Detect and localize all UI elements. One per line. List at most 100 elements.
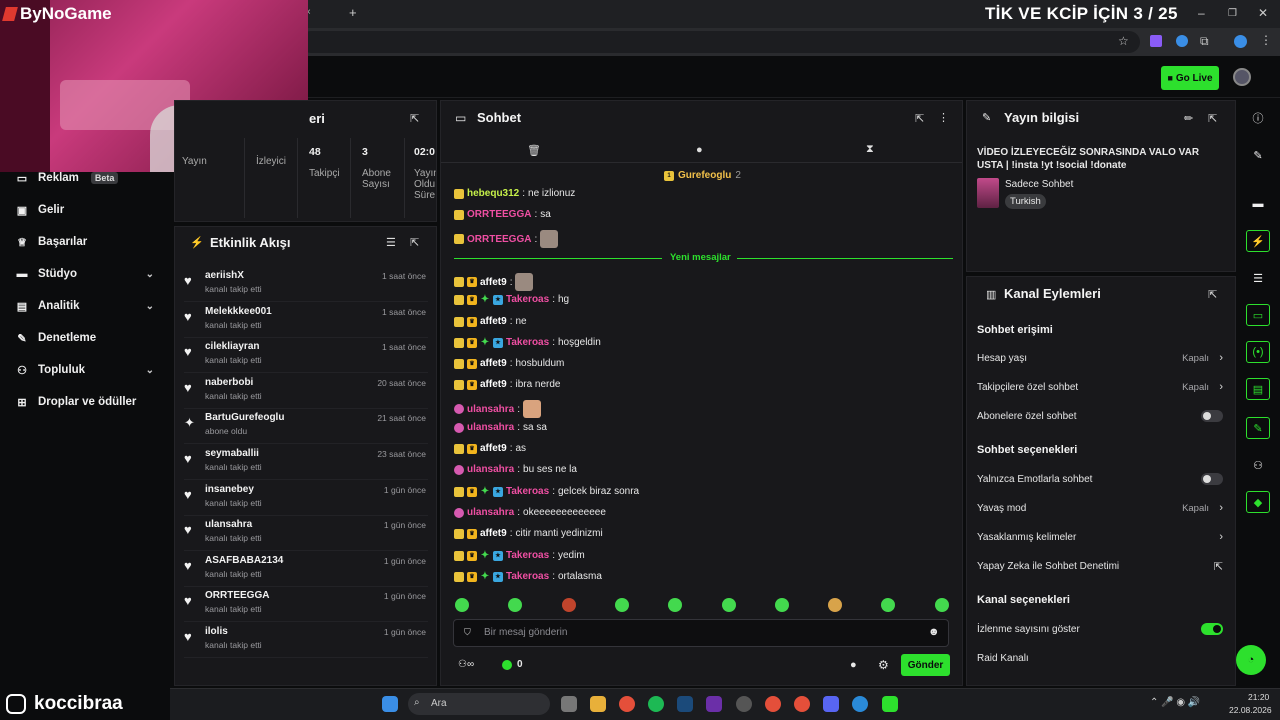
event-item[interactable]: ♥ insanebey kanalı takip etti 1 gün önce	[184, 482, 428, 516]
event-item[interactable]: ♥ ORRTEEGGA kanalı takip etti 1 gün önce	[184, 588, 428, 623]
popout-icon[interactable]: ⇱	[1208, 112, 1217, 125]
chat-message[interactable]: ♛ ✦ ★ Takeroas: yedim	[454, 550, 585, 561]
sidebar-item-basarilar[interactable]: ♕ Başarılar	[16, 232, 166, 252]
sidebar-item-gelir[interactable]: ▣ Gelir	[16, 200, 166, 220]
chat-message[interactable]: ♛ affet9: citir manti yedinizmi	[454, 528, 603, 539]
chat-username[interactable]: Takeroas	[506, 571, 549, 582]
emoji-icon[interactable]: ☻	[928, 626, 940, 638]
filter-icon[interactable]: ☰	[386, 236, 396, 249]
chat-message[interactable]: ORRTEEGGA: sa	[454, 209, 551, 220]
go-live-button[interactable]: ■ Go Live	[1161, 66, 1219, 90]
chat-message[interactable]: ulansahra: sa sa	[454, 422, 547, 433]
language-tag[interactable]: Turkish	[1005, 194, 1046, 209]
emote-icon[interactable]	[668, 598, 682, 612]
emote-icon[interactable]	[775, 598, 789, 612]
chat-username[interactable]: Takeroas	[506, 550, 549, 561]
chat-message[interactable]: hebequ312: ne izlionuz	[454, 188, 575, 199]
bookmark-star-icon[interactable]: ☆	[1118, 34, 1129, 48]
help-chat-button[interactable]: ◔	[1236, 645, 1266, 675]
chat-username[interactable]: ulansahra	[467, 422, 514, 433]
emote-icon[interactable]	[615, 598, 629, 612]
chat-bubble-icon[interactable]: ▭	[1246, 304, 1270, 326]
chat-username[interactable]: ORRTEEGGA	[467, 209, 531, 220]
send-button[interactable]: Gönder	[901, 654, 950, 676]
task-view-icon[interactable]	[561, 696, 577, 712]
event-item[interactable]: ♥ cilekliayran kanalı takip etti 1 saat önc…	[184, 339, 428, 374]
sidebar-item-droplar[interactable]: ⊞ Droplar ve ödüller	[16, 392, 166, 412]
chat-username[interactable]: affet9	[480, 443, 507, 454]
chat-bubble-icon[interactable]: ●	[696, 144, 703, 156]
emote-icon[interactable]	[508, 598, 522, 612]
setting-row[interactable]: Yapay Zeka ile Sohbet Denetimi ⇱	[977, 557, 1225, 575]
chat-username[interactable]: hebequ312	[467, 188, 519, 199]
sidebar-item-studyo[interactable]: ▬ Stüdyo ⌄	[16, 264, 166, 284]
chat-message[interactable]: ♛ affet9: ibra nerde	[454, 379, 561, 390]
profile-icon[interactable]	[1234, 35, 1247, 48]
chat-message[interactable]: ♛ affet9: as	[454, 443, 526, 454]
popout-icon[interactable]: ⇱	[410, 112, 419, 125]
chat-message[interactable]: ulansahra: bu ses ne la	[454, 464, 577, 475]
chat-username[interactable]: ulansahra	[467, 404, 514, 415]
trash-icon[interactable]: 🗑	[527, 144, 541, 157]
event-item[interactable]: ♥ naberbobi kanalı takip etti 20 saat önce	[184, 375, 428, 409]
diamond-icon[interactable]: ◆	[1246, 491, 1270, 513]
sidebar-item-denetleme[interactable]: ✎ Denetleme	[16, 328, 166, 348]
minimize-button[interactable]: –	[1198, 6, 1205, 20]
category-thumbnail[interactable]	[977, 178, 999, 208]
setting-row[interactable]: Abonelere özel sohbet	[977, 407, 1225, 425]
popout-icon[interactable]: ⇱	[915, 112, 924, 125]
chat-bubble-icon[interactable]: ●	[850, 659, 857, 671]
chat-message[interactable]: ♛ affet9: hosbuldum	[454, 358, 564, 369]
popout-icon[interactable]: ⇱	[1208, 288, 1217, 301]
chat-message[interactable]: ♛ affet9: ne	[454, 316, 527, 327]
new-tab-button[interactable]: +	[349, 5, 357, 20]
emote-icon[interactable]	[562, 598, 576, 612]
emote-icon[interactable]	[722, 598, 736, 612]
event-item[interactable]: ✦ BartuGurefeoglu abone oldu 21 saat önce	[184, 410, 428, 445]
window-close-button[interactable]: ✕	[1258, 6, 1268, 20]
chrome-icon[interactable]	[794, 696, 810, 712]
setting-row[interactable]: Takipçilere özel sohbet Kapalı ›	[977, 378, 1225, 396]
toggle-switch[interactable]	[1201, 623, 1223, 635]
pencil-icon[interactable]: ✎	[1246, 144, 1270, 166]
pinned-gifter[interactable]: 1 Gurefeoglu 2	[664, 170, 741, 181]
chrome-icon[interactable]	[619, 696, 635, 712]
sidebar-item-reklam[interactable]: ▭ Reklam Beta	[16, 168, 166, 188]
category-name[interactable]: Sadece Sohbet	[1005, 179, 1073, 190]
chat-username[interactable]: affet9	[480, 277, 507, 288]
code-icon[interactable]: (•)	[1246, 341, 1270, 363]
chat-message[interactable]: ulansahra:	[454, 400, 542, 418]
chat-username[interactable]: Takeroas	[506, 337, 549, 348]
chat-message[interactable]: ♛ affet9:	[454, 273, 534, 291]
chat-username[interactable]: affet9	[480, 316, 507, 327]
people-icon[interactable]: ⚇∞	[458, 659, 474, 670]
emote-icon[interactable]	[828, 598, 842, 612]
emote-icon[interactable]	[935, 598, 949, 612]
event-item[interactable]: ♥ ASAFBABA2134 kanalı takip etti 1 gün önce	[184, 553, 428, 587]
extension-icon[interactable]	[1176, 35, 1188, 47]
chrome-icon[interactable]	[765, 696, 781, 712]
gear-icon[interactable]: ⚙	[878, 658, 889, 672]
spotify-icon[interactable]	[648, 696, 664, 712]
event-item[interactable]: ♥ seymaballii kanalı takip etti 23 saat önc…	[184, 446, 428, 480]
event-item[interactable]: ♥ ilolis kanalı takip etti 1 gün önce	[184, 624, 428, 658]
lightning-icon[interactable]: ⚡	[1246, 230, 1270, 252]
event-item[interactable]: ♥ ulansahra kanalı takip etti 1 gün önce	[184, 517, 428, 552]
chat-username[interactable]: affet9	[480, 358, 507, 369]
chat-message[interactable]: ORRTEEGGA:	[454, 230, 559, 248]
discord-icon[interactable]	[823, 696, 839, 712]
chat-username[interactable]: Takeroas	[506, 294, 549, 305]
chat-message[interactable]: ♛ ✦ ★ Takeroas: ortalasma	[454, 571, 602, 582]
menu-kebab-icon[interactable]: ⋮	[938, 111, 949, 124]
setting-row[interactable]: Yalnızca Emotlarla sohbet	[977, 470, 1225, 488]
chat-message[interactable]: ♛ ✦ ★ Takeroas: hoşgeldin	[454, 337, 601, 348]
people-icon[interactable]: ⚇	[1246, 454, 1270, 476]
kick-icon[interactable]	[882, 696, 898, 712]
chat-username[interactable]: ulansahra	[467, 464, 514, 475]
chat-message[interactable]: ulansahra: okeeeeeeeeeeeee	[454, 507, 606, 518]
wrench-icon[interactable]: ✎	[1246, 417, 1270, 439]
setting-row[interactable]: Yasaklanmış kelimeler ›	[977, 528, 1225, 546]
menu-kebab-icon[interactable]: ⋮	[1260, 33, 1272, 47]
toggle-switch[interactable]	[1201, 410, 1223, 422]
sidebar-item-analitik[interactable]: ▤ Analitik ⌄	[16, 296, 166, 316]
